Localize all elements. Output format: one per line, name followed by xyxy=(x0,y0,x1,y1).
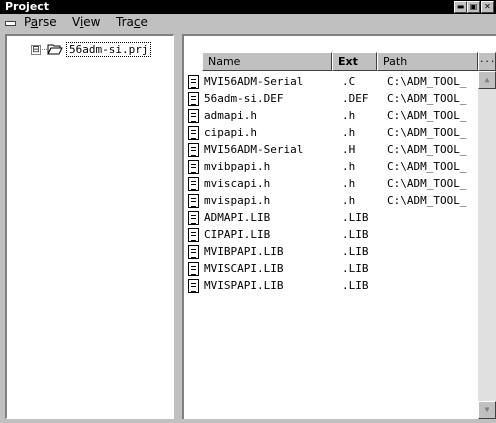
scroll-down-button[interactable]: ▼ xyxy=(478,401,496,419)
collapse-icon[interactable]: ⊟ xyxy=(31,45,41,55)
document-icon xyxy=(188,279,199,293)
file-name: MVI56ADM-Serial xyxy=(204,75,304,88)
open-folder-icon xyxy=(47,44,63,55)
file-row[interactable]: CIPAPI.LIB .LIB xyxy=(188,227,478,243)
file-row[interactable]: cipapi.h .h C:\ADM_TOOL_ xyxy=(188,125,478,141)
document-icon xyxy=(188,245,199,259)
file-path: C:\ADM_TOOL_ xyxy=(387,177,467,190)
file-path: C:\ADM_TOOL_ xyxy=(387,109,467,122)
file-ext: .LIB xyxy=(342,262,369,275)
vertical-scrollbar[interactable]: ▲ ▼ xyxy=(478,71,496,419)
file-name: MVI56ADM-Serial xyxy=(204,143,304,156)
file-ext: .h xyxy=(342,160,356,173)
file-row[interactable]: mviscapi.h .h C:\ADM_TOOL_ xyxy=(188,176,478,192)
file-name: mviscapi.h xyxy=(204,177,271,190)
file-row[interactable]: MVI56ADM-Serial .C C:\ADM_TOOL_ xyxy=(188,74,478,90)
column-header-name[interactable]: Name xyxy=(202,52,332,71)
file-path: C:\ADM_TOOL_ xyxy=(387,194,467,207)
file-ext: .LIB xyxy=(342,211,369,224)
file-name: MVISCAPI.LIB xyxy=(204,262,284,275)
document-icon xyxy=(188,126,199,140)
window-title: Project xyxy=(5,0,50,13)
file-row[interactable]: MVIBPAPI.LIB .LIB xyxy=(188,244,478,260)
file-row[interactable]: MVI56ADM-Serial .H C:\ADM_TOOL_ xyxy=(188,142,478,158)
maximize-button[interactable]: ▣ xyxy=(467,1,480,13)
document-icon xyxy=(188,228,199,242)
file-ext: .h xyxy=(342,109,356,122)
file-ext: .LIB xyxy=(342,279,369,292)
system-menu-icon[interactable] xyxy=(5,21,16,26)
file-path: C:\ADM_TOOL_ xyxy=(387,92,467,105)
title-bar[interactable]: Project ▬ ▣ ✕ xyxy=(0,0,496,14)
column-header-ext[interactable]: Ext xyxy=(332,52,377,71)
file-name: cipapi.h xyxy=(204,126,257,139)
file-name: mvispapi.h xyxy=(204,194,271,207)
tree-item-project[interactable]: 56adm-si.prj xyxy=(66,42,152,57)
file-row[interactable]: admapi.h .h C:\ADM_TOOL_ xyxy=(188,108,478,124)
menu-parse[interactable]: Parse xyxy=(24,15,57,30)
file-name: MVISPAPI.LIB xyxy=(204,279,284,292)
document-icon xyxy=(188,262,199,276)
column-overflow-button[interactable]: ... xyxy=(478,52,496,71)
document-icon xyxy=(188,211,199,225)
menu-bar: Parse View Trace xyxy=(0,14,496,31)
document-icon xyxy=(188,75,199,89)
file-name: ADMAPI.LIB xyxy=(204,211,271,224)
file-row[interactable]: mvibpapi.h .h C:\ADM_TOOL_ xyxy=(188,159,478,175)
file-path: C:\ADM_TOOL_ xyxy=(387,75,467,88)
file-ext: .C xyxy=(342,75,356,88)
file-name: MVIBPAPI.LIB xyxy=(204,245,284,258)
file-ext: .LIB xyxy=(342,228,369,241)
minimize-button[interactable]: ▬ xyxy=(454,1,467,13)
document-icon xyxy=(188,109,199,123)
file-name: admapi.h xyxy=(204,109,257,122)
file-row[interactable]: MVISPAPI.LIB .LIB xyxy=(188,278,478,294)
file-row[interactable]: ADMAPI.LIB .LIB xyxy=(188,210,478,226)
pane-splitter[interactable] xyxy=(174,34,182,419)
file-ext: .LIB xyxy=(342,245,369,258)
file-name: mvibpapi.h xyxy=(204,160,271,173)
project-tree[interactable]: ⊟ 56adm-si.prj xyxy=(5,34,174,419)
file-name: 56adm-si.DEF xyxy=(204,92,284,105)
file-ext: .H xyxy=(342,143,356,156)
file-ext: .h xyxy=(342,126,356,139)
scroll-up-button[interactable]: ▲ xyxy=(478,71,496,89)
file-path: C:\ADM_TOOL_ xyxy=(387,143,467,156)
file-ext: .h xyxy=(342,177,356,190)
file-path: C:\ADM_TOOL_ xyxy=(387,160,467,173)
close-button[interactable]: ✕ xyxy=(481,1,494,13)
file-row[interactable]: MVISCAPI.LIB .LIB xyxy=(188,261,478,277)
document-icon xyxy=(188,143,199,157)
document-icon xyxy=(188,92,199,106)
file-row[interactable]: mvispapi.h .h C:\ADM_TOOL_ xyxy=(188,193,478,209)
file-name: CIPAPI.LIB xyxy=(204,228,271,241)
menu-view[interactable]: View xyxy=(72,15,101,30)
column-header-path[interactable]: Path xyxy=(377,52,478,71)
menu-trace[interactable]: Trace xyxy=(116,15,148,30)
file-row[interactable]: 56adm-si.DEF .DEF C:\ADM_TOOL_ xyxy=(188,91,478,107)
file-ext: .DEF xyxy=(342,92,369,105)
file-ext: .h xyxy=(342,194,356,207)
file-path: C:\ADM_TOOL_ xyxy=(387,126,467,139)
file-list[interactable]: Name Ext Path ... MVI56ADM-Serial .C C:\AD… xyxy=(182,34,496,419)
document-icon xyxy=(188,160,199,174)
document-icon xyxy=(188,177,199,191)
document-icon xyxy=(188,194,199,208)
